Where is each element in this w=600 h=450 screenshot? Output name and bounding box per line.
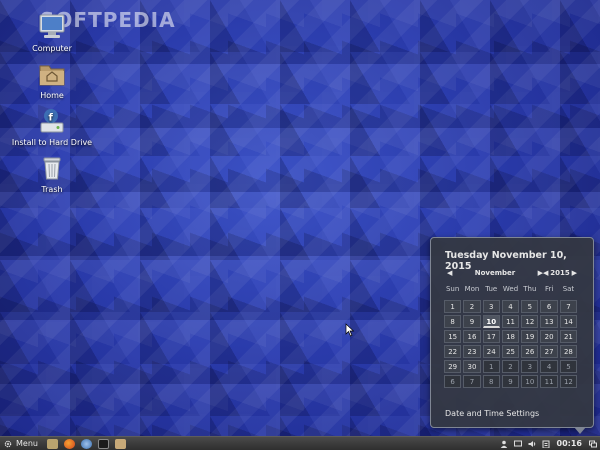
calendar-day[interactable]: 28 — [559, 345, 578, 358]
calendar-day[interactable]: 17 — [482, 330, 500, 343]
desktop-icon-home[interactable]: Home — [6, 59, 98, 100]
tracker-icon[interactable] — [80, 438, 92, 449]
panel-clock[interactable]: 00:16 — [557, 439, 582, 448]
calendar-day[interactable]: 18 — [501, 330, 520, 343]
weekday-header-row: Sun Mon Tue Wed Thu Fri Sat — [443, 285, 578, 299]
calendar-day[interactable]: 21 — [559, 330, 578, 343]
date-time-settings-link[interactable]: Date and Time Settings — [445, 409, 539, 418]
menu-button[interactable]: Menu — [0, 437, 44, 450]
workspace-icon[interactable] — [589, 440, 597, 448]
year-navigator: ◀ 2015 ▶ — [543, 269, 577, 277]
calendar-day[interactable]: 20 — [540, 330, 558, 343]
weekday-label: Sat — [562, 285, 575, 293]
calendar-day[interactable]: 30 — [463, 360, 481, 373]
computer-icon — [39, 14, 65, 38]
calendar-week-row: 1234567 — [443, 299, 578, 314]
calendar-day[interactable]: 3 — [521, 360, 539, 373]
prev-year-arrow-icon[interactable]: ◀ — [543, 269, 548, 277]
screen-icon[interactable] — [513, 440, 522, 448]
calendar-day[interactable]: 7 — [559, 300, 578, 313]
weekday-label: Sun — [445, 285, 460, 293]
calendar-week-row: 15 16 17 18 19 20 21 — [443, 329, 578, 344]
calendar-week-row: 22 23 24 25 26 27 28 — [443, 344, 578, 359]
bottom-panel: Menu 00:16 — [0, 436, 600, 450]
desktop-icon-label: Computer — [32, 44, 72, 53]
user-icon[interactable] — [500, 440, 508, 448]
menu-label: Menu — [16, 439, 38, 448]
weekday-label: Wed — [502, 285, 519, 293]
calendar-day[interactable]: 12 — [521, 315, 539, 328]
month-label: November — [474, 269, 516, 277]
weekday-label: Mon — [464, 285, 480, 293]
calendar-day[interactable]: 6 — [540, 300, 558, 313]
calendar-day[interactable]: 24 — [482, 345, 500, 358]
calendar-day[interactable]: 22 — [444, 345, 462, 358]
terminal-icon[interactable] — [97, 438, 109, 449]
calendar-day[interactable]: 19 — [521, 330, 539, 343]
calendar-day[interactable]: 5 — [559, 360, 578, 373]
year-label: 2015 — [550, 269, 570, 277]
prev-month-arrow-icon[interactable]: ◀ — [447, 269, 452, 277]
calendar-day[interactable]: 9 — [501, 375, 520, 388]
calendar-day[interactable]: 4 — [540, 360, 558, 373]
clipboard-icon[interactable] — [542, 440, 550, 448]
calendar-day[interactable]: 15 — [444, 330, 462, 343]
next-year-arrow-icon[interactable]: ▶ — [572, 269, 577, 277]
folder-icon[interactable] — [114, 438, 126, 449]
calendar-day[interactable]: 2 — [501, 360, 520, 373]
home-folder-icon — [39, 65, 65, 86]
calendar-popup: Tuesday November 10, 2015 ◀ November ▶ ◀… — [430, 237, 594, 434]
calendar-day[interactable]: 26 — [521, 345, 539, 358]
system-tray: 00:16 — [497, 437, 600, 450]
weekday-label: Tue — [485, 285, 498, 293]
calendar-day[interactable]: 7 — [463, 375, 481, 388]
calendar-day[interactable]: 11 — [501, 315, 520, 328]
calendar-day[interactable]: 6 — [444, 375, 462, 388]
calendar-day[interactable]: 8 — [444, 315, 462, 328]
calendar-day[interactable]: 29 — [444, 360, 462, 373]
calendar-day[interactable]: 10 — [521, 375, 539, 388]
calendar-day[interactable]: 5 — [521, 300, 539, 313]
firefox-icon[interactable] — [63, 438, 75, 449]
calendar-day[interactable]: 1 — [482, 360, 500, 373]
calendar-day[interactable]: 2 — [463, 300, 481, 313]
calendar-day[interactable]: 4 — [501, 300, 520, 313]
calendar-day[interactable]: 9 — [463, 315, 481, 328]
desktop-icon-label: Trash — [41, 185, 63, 194]
calendar-day[interactable]: 13 — [540, 315, 558, 328]
files-icon[interactable] — [46, 438, 58, 449]
desktop-icon-trash[interactable]: Trash — [6, 153, 98, 194]
calendar-grid: Sun Mon Tue Wed Thu Fri Sat 1 2 3 4 5 6 7 8 9 10 11 12 13 1… — [443, 285, 578, 389]
weekday-label: Thu — [523, 285, 537, 293]
menu-gear-icon — [4, 440, 12, 447]
month-navigator: ◀ November ▶ — [447, 269, 543, 277]
desktop-icon-install[interactable]: f Install to Hard Drive — [6, 106, 98, 147]
desktop-icon-computer[interactable]: Computer — [6, 12, 98, 53]
calendar-day[interactable]: 1 — [444, 300, 462, 313]
calendar-day[interactable]: 11 — [540, 375, 558, 388]
volume-icon[interactable] — [528, 440, 536, 448]
trash-icon — [43, 157, 61, 180]
desktop-icon-label: Home — [40, 91, 64, 100]
calendar-week-row: 6 7 8 9 10 11 12 — [443, 374, 578, 389]
calendar-day[interactable]: 27 — [540, 345, 558, 358]
weekday-label: Fri — [544, 285, 554, 293]
calendar-day-today[interactable]: 10 — [482, 315, 500, 328]
calendar-day[interactable]: 12 — [559, 375, 578, 388]
calendar-day[interactable]: 3 — [482, 300, 500, 313]
calendar-day[interactable]: 23 — [463, 345, 481, 358]
svg-text:f: f — [49, 113, 54, 124]
desktop-icon-label: Install to Hard Drive — [11, 138, 93, 147]
installer-icon: f — [40, 109, 64, 133]
calendar-week-row: 29 30 1 2 3 4 5 — [443, 359, 578, 374]
calendar-day[interactable]: 14 — [559, 315, 578, 328]
calendar-week-row: 8 9 10 11 12 13 14 — [443, 314, 578, 329]
mouse-pointer-icon — [345, 323, 355, 337]
calendar-day[interactable]: 8 — [482, 375, 500, 388]
calendar-day[interactable]: 25 — [501, 345, 520, 358]
calendar-day[interactable]: 16 — [463, 330, 481, 343]
